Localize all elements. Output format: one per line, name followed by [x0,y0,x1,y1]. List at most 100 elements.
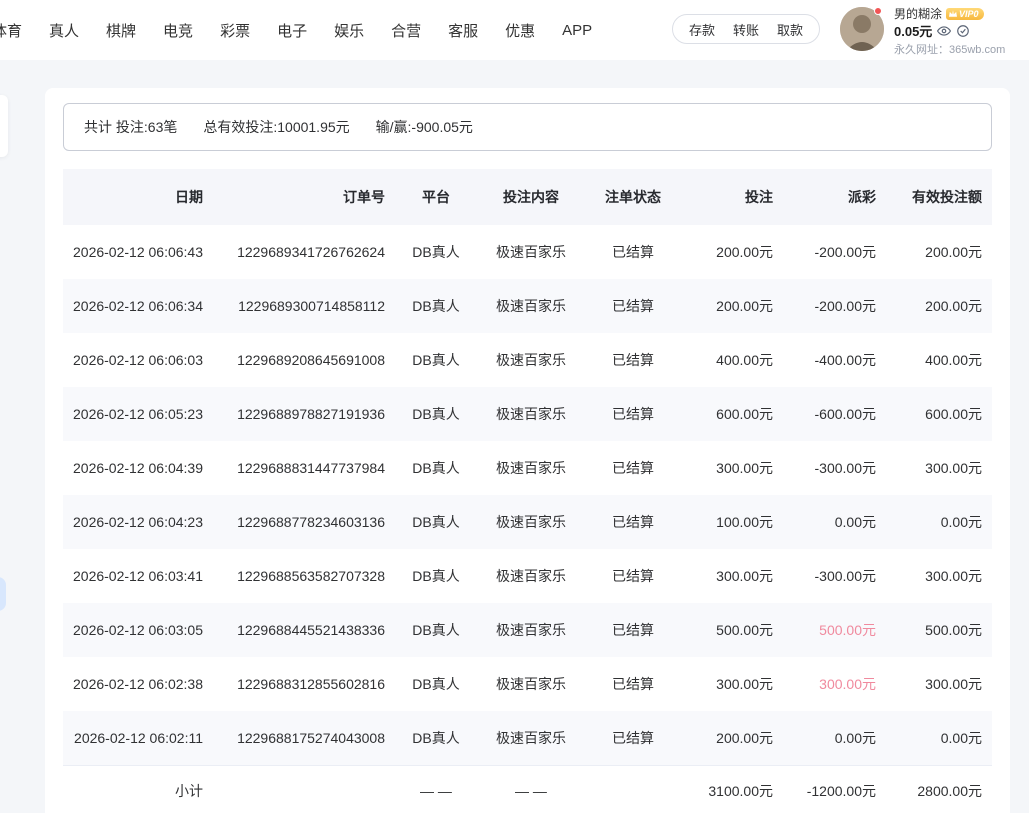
cell-payout: -400.00元 [783,333,886,387]
cell-payout: -1200.00元 [783,765,886,813]
cell-content: 极速百家乐 [477,495,585,549]
header-right-cluster: 存款转账取款 男的糊涂 VIP0 0.05元 [672,0,1029,60]
left-float-tab-fragment[interactable] [0,577,6,611]
cell-content: 极速百家乐 [477,603,585,657]
nav-item-1[interactable]: 体育 [0,20,22,41]
cell-date: 2026-02-12 06:05:23 [63,387,213,441]
balance-amount: 0.05元 [894,21,932,40]
table-row: 2026-02-12 06:06:431229689341726762624DB… [63,225,992,279]
cell-status: 已结算 [585,387,681,441]
vip-badge: VIP0 [946,8,984,20]
nav-item-4[interactable]: 电竞 [163,20,193,41]
table-row: 2026-02-12 06:06:031229689208645691008DB… [63,333,992,387]
cell-platform: — — [395,765,477,813]
cell-bet: 300.00元 [681,657,783,711]
nav-item-8[interactable]: 合营 [391,20,421,41]
nav-item-2[interactable]: 真人 [49,20,79,41]
cell-order: 1229688831447737984 [213,441,395,495]
cell-order: 1229689341726762624 [213,225,395,279]
cell-valid: 0.00元 [886,711,992,765]
cell-status: 已结算 [585,603,681,657]
cell-platform: DB真人 [395,225,477,279]
cell-order: 1229689208645691008 [213,333,395,387]
cell-date: 2026-02-12 06:02:11 [63,711,213,765]
cell-date: 2026-02-12 06:02:38 [63,657,213,711]
user-name-row: 男的糊涂 VIP0 [894,6,1029,21]
bet-records-card: 共计 投注:63笔 总有效投注:10001.95元 输/赢:-900.05元 日… [45,88,1010,813]
permanent-url[interactable]: 365wb.com [949,44,1005,56]
nav-item-5[interactable]: 彩票 [220,20,250,41]
cell-order: 1229689300714858112 [213,279,395,333]
cell-status: 已结算 [585,657,681,711]
cell-content: 极速百家乐 [477,711,585,765]
top-navigation-bar: 体育 真人 棋牌 电竞 彩票 电子 娱乐 合营 客服 优惠 APP 存款转账取款 男的糊涂 VIP0 [0,0,1029,60]
nav-item-10[interactable]: 优惠 [505,20,535,41]
cell-content: 极速百家乐 [477,657,585,711]
cell-valid: 2800.00元 [886,765,992,813]
nav-item-9[interactable]: 客服 [448,20,478,41]
column-header-valid: 有效投注额 [886,169,992,225]
wallet-button-2[interactable]: 转账 [733,20,759,39]
permanent-url-label: 永久网址： [894,44,949,56]
cell-order: 1229688563582707328 [213,549,395,603]
table-row: 2026-02-12 06:02:111229688175274043008DB… [63,711,992,765]
cell-date: 2026-02-12 06:06:03 [63,333,213,387]
cell-valid: 300.00元 [886,441,992,495]
cell-platform: DB真人 [395,495,477,549]
nav-item-6[interactable]: 电子 [277,20,307,41]
cell-order [213,765,395,813]
cell-date: 2026-02-12 06:06:34 [63,279,213,333]
cell-content: 极速百家乐 [477,441,585,495]
cell-order: 1229688445521438336 [213,603,395,657]
crown-icon [949,10,957,17]
cell-status: 已结算 [585,495,681,549]
wallet-button-3[interactable]: 取款 [777,20,803,39]
cell-status [585,765,681,813]
cell-payout: -600.00元 [783,387,886,441]
cell-content: 极速百家乐 [477,279,585,333]
cell-valid: 300.00元 [886,657,992,711]
cell-status: 已结算 [585,549,681,603]
summary-total-valid: 总有效投注:10001.95元 [203,117,349,137]
cell-date: 2026-02-12 06:03:41 [63,549,213,603]
cell-payout: 0.00元 [783,495,886,549]
table-row: 2026-02-12 06:05:231229688978827191936DB… [63,387,992,441]
cell-bet: 300.00元 [681,549,783,603]
column-header-bet: 投注 [681,169,783,225]
wallet-button-group: 存款转账取款 [672,14,820,44]
cell-platform: DB真人 [395,441,477,495]
cell-payout: -200.00元 [783,279,886,333]
eye-icon[interactable] [937,24,951,38]
nav-item-11[interactable]: APP [562,22,592,39]
cell-status: 已结算 [585,441,681,495]
cell-bet: 100.00元 [681,495,783,549]
cell-platform: DB真人 [395,549,477,603]
nav-item-7[interactable]: 娱乐 [334,20,364,41]
column-header-date: 日期 [63,169,213,225]
cell-payout: 300.00元 [783,657,886,711]
cell-valid: 300.00元 [886,549,992,603]
cell-date: 2026-02-12 06:03:05 [63,603,213,657]
balance-row: 0.05元 [894,23,1029,38]
left-panel-fragment [0,95,8,157]
cell-date: 2026-02-12 06:04:23 [63,495,213,549]
nav-item-3[interactable]: 棋牌 [106,20,136,41]
cell-status: 已结算 [585,279,681,333]
cell-status: 已结算 [585,225,681,279]
cell-status: 已结算 [585,333,681,387]
permanent-url-row: 永久网址：365wb.com [894,41,1029,57]
cell-payout: 500.00元 [783,603,886,657]
wallet-button-1[interactable]: 存款 [689,20,715,39]
notification-dot [874,7,882,15]
cell-valid: 400.00元 [886,333,992,387]
refresh-balance-icon[interactable] [956,24,970,38]
cell-valid: 200.00元 [886,279,992,333]
cell-payout: -300.00元 [783,441,886,495]
cell-bet: 200.00元 [681,279,783,333]
cell-payout: -300.00元 [783,549,886,603]
cell-order: 1229688778234603136 [213,495,395,549]
cell-order: 1229688312855602816 [213,657,395,711]
user-info: 男的糊涂 VIP0 0.05元 永久网址：365wb.com [894,6,1029,57]
table-row: 2026-02-12 06:03:411229688563582707328DB… [63,549,992,603]
user-name: 男的糊涂 [894,5,942,22]
